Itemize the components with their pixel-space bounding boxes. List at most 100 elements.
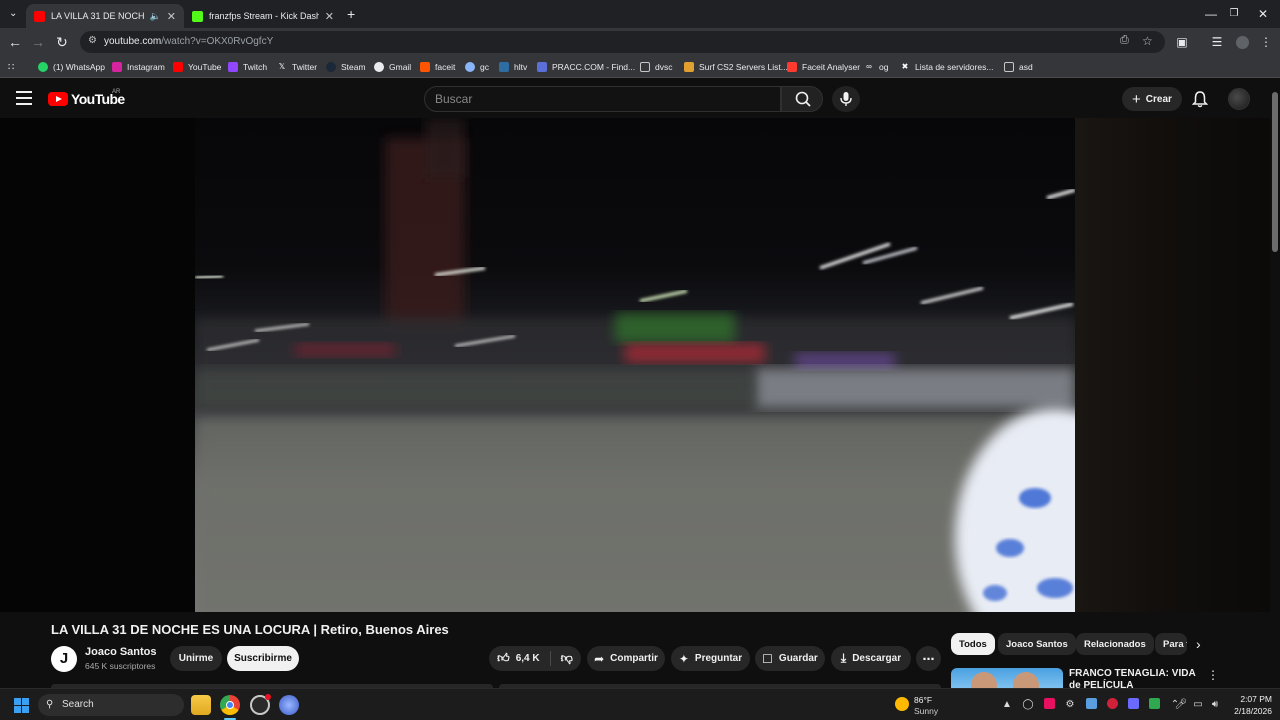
search-box[interactable] bbox=[424, 86, 781, 112]
taskbar-search[interactable]: ⚲ Search bbox=[38, 694, 184, 716]
tray-app-icon-1[interactable]: ▲ bbox=[1000, 698, 1014, 712]
reload-icon[interactable]: ↻ bbox=[52, 32, 72, 52]
youtube-logo[interactable]: YouTube AR bbox=[48, 89, 125, 107]
bookmark-youtube[interactable]: YouTube bbox=[173, 59, 221, 75]
guide-menu-icon[interactable] bbox=[16, 91, 32, 105]
weather-desc: Sunny bbox=[914, 706, 939, 716]
bookmark-og[interactable]: ∞ og bbox=[864, 59, 888, 75]
search-icon: ⚲ bbox=[46, 699, 54, 710]
search-button[interactable] bbox=[781, 86, 823, 112]
app-icon[interactable] bbox=[279, 695, 299, 715]
bookmark-surf-cs2[interactable]: Surf CS2 Servers List... bbox=[684, 59, 788, 75]
voice-search-button[interactable] bbox=[832, 86, 860, 112]
like-button[interactable]: 👍︎ 6,4 K bbox=[497, 651, 551, 666]
gc-icon bbox=[465, 62, 475, 72]
hltv-icon bbox=[499, 62, 509, 72]
close-tab-icon[interactable]: ✕ bbox=[161, 10, 176, 23]
tab-kick-dashboard[interactable]: franzfps Stream - Kick Dashboard ✕ bbox=[184, 4, 342, 28]
twitch-icon bbox=[228, 62, 238, 72]
search-input[interactable] bbox=[425, 87, 780, 111]
tray-app-icon-3[interactable] bbox=[1042, 698, 1056, 712]
chip-todos[interactable]: Todos bbox=[951, 633, 995, 655]
new-tab-button[interactable]: + bbox=[347, 6, 355, 22]
bookmark-whatsapp[interactable]: (1) WhatsApp bbox=[38, 59, 105, 75]
tray-security-icon[interactable] bbox=[1147, 698, 1161, 712]
tab-search-icon[interactable]: ⌄ bbox=[9, 8, 17, 19]
more-actions-button[interactable]: ⋯ bbox=[916, 646, 941, 671]
apps-grid-icon[interactable]: ∷ bbox=[8, 59, 14, 75]
install-app-icon[interactable]: ⎙ bbox=[1120, 34, 1129, 47]
bookmarks-bar: ∷ (1) WhatsApp Instagram YouTube Twitch … bbox=[0, 56, 1280, 78]
profile-avatar-icon[interactable] bbox=[1233, 33, 1251, 51]
link-icon: ∞ bbox=[866, 62, 872, 71]
tray-volume-icon[interactable]: 🔊︎ bbox=[1208, 698, 1222, 712]
faceit-icon bbox=[420, 62, 430, 72]
chip-para-ti[interactable]: Para ti bbox=[1155, 633, 1187, 655]
bookmark-folder-dvsc[interactable]: dvsc bbox=[640, 59, 672, 75]
subscribe-button[interactable]: Suscribirme bbox=[227, 646, 299, 671]
taskbar-clock[interactable]: 2:07 PM 2/18/2026 bbox=[1226, 693, 1272, 717]
tray-mic-icon[interactable]: 🎤︎ bbox=[1174, 698, 1188, 712]
recommended-title[interactable]: FRANCO TENAGLIA: VIDA de PELÍCULA bbox=[1069, 668, 1199, 688]
back-icon[interactable]: ← bbox=[5, 32, 25, 52]
obs-icon[interactable] bbox=[250, 694, 271, 715]
share-button[interactable]: ➦ Compartir bbox=[587, 646, 665, 671]
tray-steam-icon[interactable]: ⚙ bbox=[1063, 698, 1077, 712]
url-text[interactable]: youtube.com/watch?v=OKX0RvOgfcY bbox=[104, 31, 273, 53]
clock-date: 2/18/2026 bbox=[1234, 706, 1272, 716]
tray-display-icon[interactable]: ▭ bbox=[1191, 698, 1205, 712]
menu-kebab-icon[interactable]: ⋮ bbox=[1257, 33, 1275, 51]
recommended-more-icon[interactable]: ⋮ bbox=[1207, 668, 1219, 682]
video-player[interactable] bbox=[195, 118, 1075, 612]
forward-icon[interactable]: → bbox=[28, 32, 48, 52]
audio-playing-icon[interactable]: 🔈 bbox=[150, 11, 161, 22]
tray-app-icon-7[interactable] bbox=[1126, 698, 1140, 712]
tray-app-icon-2[interactable]: ◯ bbox=[1021, 698, 1035, 712]
dislike-button[interactable]: 👎︎ bbox=[551, 651, 573, 666]
bookmark-steam[interactable]: Steam bbox=[326, 59, 366, 75]
close-tab-icon[interactable]: ✕ bbox=[319, 10, 334, 23]
scrollbar-thumb[interactable] bbox=[1272, 92, 1278, 252]
tray-app-icon-6[interactable] bbox=[1105, 698, 1119, 712]
tray-app-icon-5[interactable] bbox=[1084, 698, 1098, 712]
chrome-icon[interactable] bbox=[220, 695, 240, 715]
bookmark-gmail[interactable]: Gmail bbox=[374, 59, 411, 75]
site-info-icon[interactable]: ⚙ bbox=[88, 35, 97, 46]
chips-next-chevron-icon[interactable]: › bbox=[1196, 636, 1201, 652]
chip-relacionados[interactable]: Relacionados bbox=[1076, 633, 1154, 655]
address-bar[interactable]: ⚙ youtube.com/watch?v=OKX0RvOgfcY ⎙ ☆ bbox=[80, 31, 1165, 53]
download-button[interactable]: ⤓ Descargar bbox=[831, 646, 911, 671]
notifications-bell-icon[interactable] bbox=[1191, 90, 1209, 113]
create-button[interactable]: + Crear bbox=[1122, 87, 1182, 111]
recommended-thumbnail[interactable] bbox=[951, 668, 1063, 688]
close-window-icon[interactable]: ✕ bbox=[1240, 0, 1280, 28]
bookmark-pracc[interactable]: PRACC.COM - Find... bbox=[537, 59, 635, 75]
tab-youtube-video[interactable]: LA VILLA 31 DE NOCHE ES UNA LOCURA | Ret… bbox=[26, 4, 184, 28]
join-button[interactable]: Unirme bbox=[170, 646, 222, 671]
ask-button[interactable]: ✦ Preguntar bbox=[671, 646, 750, 671]
bookmark-hltv[interactable]: hltv bbox=[499, 59, 527, 75]
bookmark-folder-asd[interactable]: asd bbox=[1004, 59, 1033, 75]
bookmark-twitter[interactable]: 𝕏 Twitter bbox=[277, 59, 317, 75]
media-control-icon[interactable]: ☰ bbox=[1208, 33, 1226, 51]
save-button[interactable]: ☐ Guardar bbox=[755, 646, 825, 671]
bookmark-twitch[interactable]: Twitch bbox=[228, 59, 267, 75]
bookmark-faceit-analyser[interactable]: Faceit Analyser bbox=[787, 59, 860, 75]
faceit-analyser-icon bbox=[787, 62, 797, 72]
sparkle-icon: ✦ bbox=[678, 651, 689, 666]
account-avatar[interactable] bbox=[1228, 88, 1250, 110]
extensions-icon[interactable]: ▣ bbox=[1173, 33, 1191, 51]
weather-temp: 86°F bbox=[914, 695, 933, 705]
bookmark-servers[interactable]: ✖ Lista de servidores... bbox=[900, 59, 994, 75]
bookmark-star-icon[interactable]: ☆ bbox=[1142, 34, 1153, 48]
windows-start-icon[interactable] bbox=[14, 698, 29, 713]
bookmark-faceit[interactable]: faceit bbox=[420, 59, 455, 75]
search-icon bbox=[795, 91, 811, 107]
channel-avatar[interactable]: J bbox=[51, 646, 77, 672]
bookmark-instagram[interactable]: Instagram bbox=[112, 59, 165, 75]
thumbs-down-icon: 👎︎ bbox=[560, 651, 573, 665]
bookmark-gc[interactable]: gc bbox=[465, 59, 489, 75]
file-explorer-icon[interactable] bbox=[191, 695, 211, 715]
channel-name[interactable]: Joaco Santos bbox=[85, 646, 157, 658]
chip-joaco-santos[interactable]: Joaco Santos bbox=[998, 633, 1076, 655]
